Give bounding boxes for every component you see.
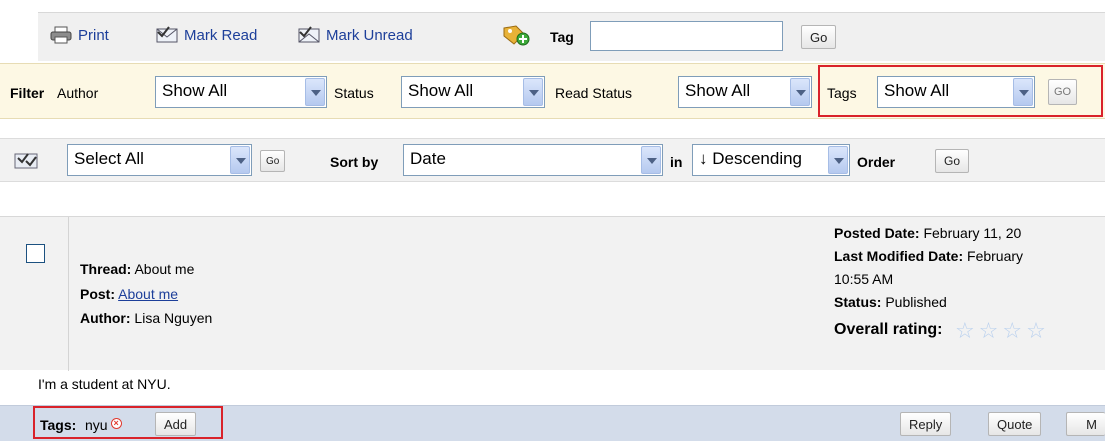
chevron-down-icon <box>828 146 848 174</box>
post-toolbar: Print Mark Read Mark Unread Tag Go <box>38 12 1105 61</box>
status-value: Published <box>881 294 947 310</box>
print-link[interactable]: Print <box>50 26 109 44</box>
mark-unread-icon <box>298 26 320 44</box>
tag-add-icon[interactable] <box>502 24 530 46</box>
select-go-button[interactable]: Go <box>260 150 286 172</box>
status-filter-select[interactable]: Show All <box>401 76 545 108</box>
filter-label: Filter <box>10 85 45 101</box>
sort-go-button[interactable]: Go <box>935 149 970 173</box>
tags-filter-highlight <box>818 65 1103 117</box>
sort-by-select[interactable]: Date <box>403 144 663 176</box>
status-line: Status: Published <box>834 293 947 311</box>
chevron-down-icon <box>523 78 543 106</box>
read-status-filter-label: Read Status <box>555 85 633 101</box>
star-icon[interactable]: ☆ <box>955 320 975 342</box>
tag-go-button[interactable]: Go <box>801 25 837 49</box>
last-modified-label: Last Modified Date: <box>834 248 964 264</box>
read-status-filter-value: Show All <box>685 81 751 100</box>
read-status-filter-select[interactable]: Show All <box>678 76 812 108</box>
mark-read-icon <box>156 26 178 44</box>
author-value: Lisa Nguyen <box>130 310 213 326</box>
order-value: ↓ Descending <box>699 149 803 168</box>
post-body: I'm a student at NYU. <box>38 376 171 392</box>
author-label: Author: <box>80 310 131 326</box>
last-modified-value: February <box>963 248 1024 264</box>
posted-date-value: February 11, 20 <box>919 225 1022 241</box>
posted-date-line: Posted Date: February 11, 20 <box>834 224 1021 242</box>
author-line: Author: Lisa Nguyen <box>80 309 212 327</box>
quote-button[interactable]: Quote <box>988 412 1042 436</box>
thread-line: Thread: About me <box>80 260 194 278</box>
reply-button[interactable]: Reply <box>900 412 952 436</box>
last-modified-time: 10:55 AM <box>834 271 894 287</box>
mark-read-link[interactable]: Mark Read <box>156 26 257 44</box>
order-select[interactable]: ↓ Descending <box>692 144 850 176</box>
post-label: Post: <box>80 286 115 302</box>
chevron-down-icon <box>641 146 661 174</box>
post-line: Post: About me <box>80 285 178 303</box>
post-header: Thread: About me Post: About me Author: … <box>0 216 1105 371</box>
post-title-link[interactable]: About me <box>118 286 178 302</box>
printer-icon <box>50 26 72 44</box>
overall-rating-label: Overall rating: <box>834 321 943 338</box>
tag-input[interactable] <box>590 21 783 51</box>
chevron-down-icon <box>790 78 810 106</box>
author-filter-label: Author <box>57 85 99 101</box>
status-filter-label: Status <box>334 85 374 101</box>
star-icon[interactable]: ☆ <box>1002 320 1022 342</box>
posted-date-label: Posted Date: <box>834 225 920 241</box>
author-filter-select[interactable]: Show All <box>155 76 327 108</box>
thread-label: Thread: <box>80 261 132 277</box>
mark-unread-link[interactable]: Mark Unread <box>298 26 413 44</box>
sort-by-label: Sort by <box>330 154 379 170</box>
in-label: in <box>670 154 683 170</box>
overall-rating-line: Overall rating: ☆ ☆ ☆ ☆ <box>834 320 1046 342</box>
print-label: Print <box>78 26 109 44</box>
post-select-checkbox[interactable] <box>26 244 45 263</box>
chevron-down-icon <box>305 78 325 106</box>
status-label: Status: <box>834 294 882 310</box>
status-filter-value: Show All <box>408 81 474 100</box>
column-divider <box>68 217 69 371</box>
thread-value: About me <box>131 261 195 277</box>
sort-by-value: Date <box>410 149 446 168</box>
mark-read-label: Mark Read <box>184 26 258 44</box>
rating-stars[interactable]: ☆ ☆ ☆ ☆ <box>955 320 1046 342</box>
tag-label: Tag <box>550 29 574 45</box>
select-all-value: Select All <box>74 149 144 168</box>
order-label: Order <box>857 154 896 170</box>
star-icon[interactable]: ☆ <box>979 320 999 342</box>
sort-bar: Select All Go Sort by Date in ↓ Descendi… <box>0 138 1105 182</box>
author-filter-value: Show All <box>162 81 228 100</box>
more-button[interactable]: M <box>1066 412 1105 436</box>
mark-unread-label: Mark Unread <box>326 26 413 44</box>
chevron-down-icon <box>230 146 250 174</box>
star-icon[interactable]: ☆ <box>1026 320 1046 342</box>
select-all-select[interactable]: Select All <box>67 144 252 176</box>
select-posts-icon <box>14 151 40 171</box>
post-tags-highlight <box>33 406 223 439</box>
last-modified-line: Last Modified Date: February <box>834 247 1023 265</box>
